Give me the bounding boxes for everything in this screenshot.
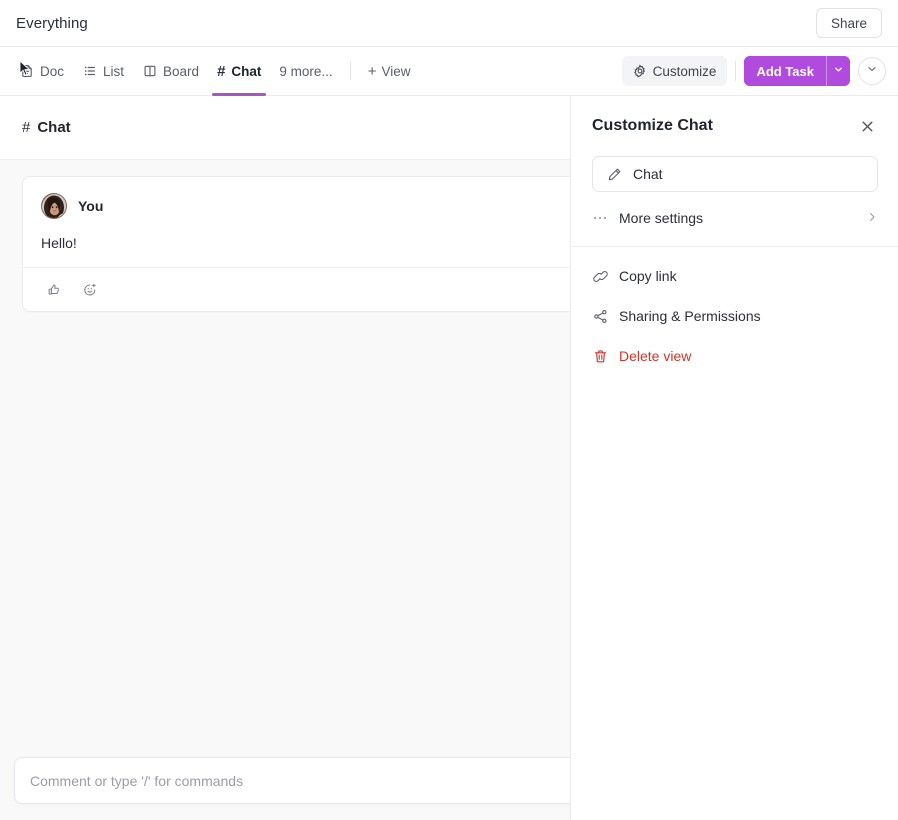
chat-view-header: # Chat <box>0 96 570 160</box>
more-actions-button[interactable] <box>858 57 886 85</box>
share-nodes-icon <box>592 308 608 324</box>
gear-icon <box>633 64 647 78</box>
tabs-divider <box>350 62 351 80</box>
thumbs-up-icon[interactable] <box>41 277 67 303</box>
message-author-row: You <box>41 193 563 219</box>
chat-message-list: You Hello! <box>0 160 570 820</box>
message-text: Hello! <box>23 223 570 267</box>
tab-doc-label: Doc <box>40 64 64 79</box>
title-bar: Everything Share <box>0 0 898 47</box>
tab-chat[interactable]: # Chat <box>208 47 270 96</box>
doc-icon <box>19 64 34 79</box>
chevron-down-icon <box>866 62 878 80</box>
sharing-permissions-row[interactable]: Sharing & Permissions <box>571 296 898 336</box>
comment-input[interactable]: Comment or type '/' for commands <box>14 757 570 804</box>
add-view-label: View <box>381 64 410 79</box>
chevron-down-icon <box>833 62 844 80</box>
title-bar-actions: Share <box>816 8 882 38</box>
add-task-button[interactable]: Add Task <box>744 56 826 86</box>
ellipsis-icon <box>592 210 608 226</box>
panel-header: Customize Chat <box>571 96 898 156</box>
app-root: Everything Share Doc <box>0 0 898 820</box>
avatar-photo <box>42 194 67 219</box>
plus-icon: + <box>368 64 377 79</box>
view-name-value: Chat <box>633 166 663 182</box>
message-author: You <box>78 198 103 214</box>
add-task-dropdown-button[interactable] <box>826 56 850 86</box>
chat-message: You Hello! <box>22 176 570 312</box>
trash-icon <box>592 348 608 364</box>
close-icon[interactable] <box>854 113 880 139</box>
tab-board-label: Board <box>163 64 199 79</box>
more-settings-row[interactable]: More settings <box>571 198 898 238</box>
board-icon <box>142 64 157 79</box>
customize-button[interactable]: Customize <box>622 56 728 86</box>
customize-chat-panel: Customize Chat Chat More settings <box>570 96 898 820</box>
view-tabs: Doc List <box>10 47 419 96</box>
customize-label: Customize <box>653 64 717 79</box>
panel-actions-section: Copy link Sharing & Permissions <box>571 246 898 376</box>
add-task-group: Add Task <box>744 56 850 86</box>
share-button[interactable]: Share <box>816 8 882 38</box>
add-reaction-icon[interactable] <box>77 277 103 303</box>
hash-icon: # <box>22 119 30 136</box>
hash-icon: # <box>217 64 225 79</box>
workspace-title: Everything <box>16 15 88 32</box>
view-name-input[interactable]: Chat <box>592 156 878 192</box>
composer-area: Comment or type '/' for commands <box>0 745 570 820</box>
delete-view-row[interactable]: Delete view <box>571 336 898 376</box>
more-views-button[interactable]: 9 more... <box>270 47 341 96</box>
view-tabs-bar: Doc List <box>0 47 898 96</box>
pencil-icon <box>606 166 622 182</box>
more-settings-label: More settings <box>619 210 703 226</box>
tab-chat-label: Chat <box>231 64 261 79</box>
delete-view-label: Delete view <box>619 348 691 364</box>
comment-placeholder: Comment or type '/' for commands <box>30 773 243 789</box>
chat-main: # Chat <box>0 96 570 820</box>
avatar[interactable] <box>41 193 67 219</box>
tab-list[interactable]: List <box>73 47 133 96</box>
tab-list-label: List <box>103 64 124 79</box>
tab-doc[interactable]: Doc <box>10 47 73 96</box>
copy-link-label: Copy link <box>619 268 677 284</box>
message-actions <box>23 267 570 311</box>
copy-link-row[interactable]: Copy link <box>571 256 898 296</box>
chevron-right-icon <box>866 210 878 226</box>
tab-board[interactable]: Board <box>133 47 208 96</box>
list-icon <box>82 64 97 79</box>
actions-divider <box>735 61 736 81</box>
sharing-permissions-label: Sharing & Permissions <box>619 308 761 324</box>
chat-message-header: You <box>23 177 570 223</box>
panel-title: Customize Chat <box>592 117 713 135</box>
add-view-button[interactable]: + View <box>359 47 420 96</box>
tabs-bar-actions: Customize Add Task <box>622 56 886 86</box>
link-icon <box>592 268 608 284</box>
chat-view-title: Chat <box>37 119 70 136</box>
